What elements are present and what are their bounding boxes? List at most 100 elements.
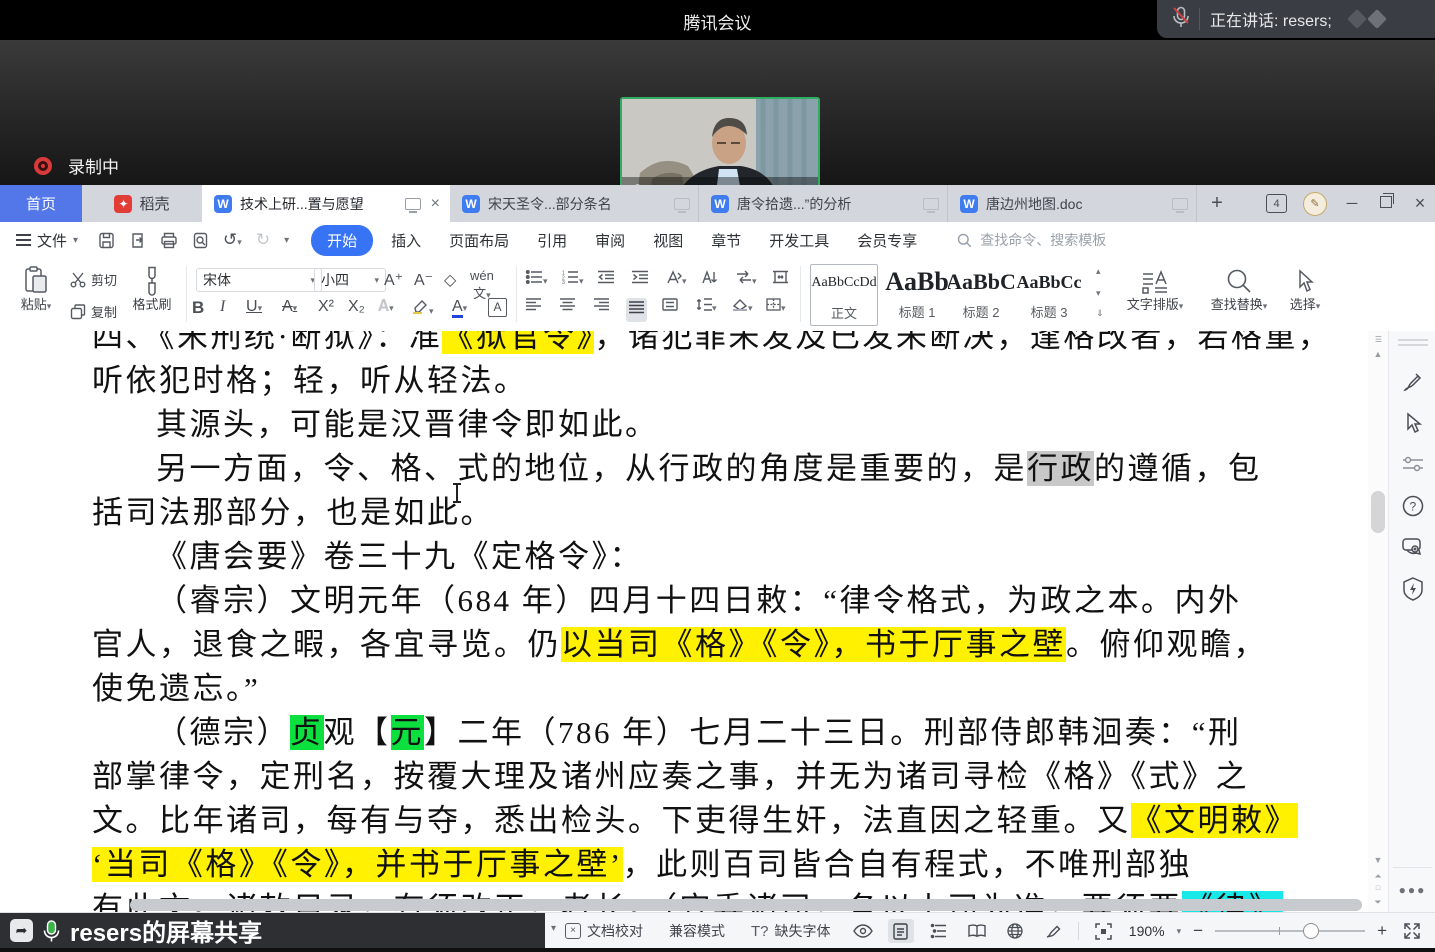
- next-page-icon[interactable]: ⏷: [1368, 897, 1388, 908]
- ruler-toggle-icon[interactable]: ☰: [1368, 335, 1388, 344]
- read-mode-icon[interactable]: [964, 919, 990, 943]
- ribbon-tab-视图[interactable]: 视图: [639, 230, 697, 251]
- align-right-icon[interactable]: [594, 298, 609, 316]
- horizontal-scrollbar-thumb[interactable]: [130, 899, 1362, 911]
- distribute-icon[interactable]: [662, 298, 678, 316]
- document-tab[interactable]: W唐边州地图.doc: [948, 185, 1197, 222]
- vertical-scrollbar-thumb[interactable]: [1371, 491, 1385, 533]
- compatibility-mode[interactable]: 兼容模式: [669, 921, 725, 941]
- strikethrough-icon[interactable]: A▾: [282, 298, 297, 316]
- ribbon-tab-引用[interactable]: 引用: [523, 230, 581, 251]
- more-commands-icon[interactable]: ▾: [284, 235, 289, 246]
- vertical-scrollbar[interactable]: ☰ ▲ ▼ ⏶ □ ⏷: [1368, 331, 1388, 912]
- undo-icon[interactable]: ↺▾: [223, 230, 242, 250]
- style-preset[interactable]: AaBbC标题 2: [948, 264, 1014, 324]
- export-icon[interactable]: [129, 232, 146, 249]
- text-effects-icon[interactable]: 𝐀▾: [378, 298, 394, 316]
- align-left-icon[interactable]: [526, 298, 541, 316]
- justify-icon[interactable]: [626, 298, 647, 322]
- bullet-list-icon[interactable]: ▾: [526, 270, 548, 289]
- select-browse-object-icon[interactable]: □: [1368, 885, 1388, 892]
- zoom-caret-icon[interactable]: ▾: [1177, 926, 1182, 937]
- edit-mode-icon[interactable]: [1040, 919, 1066, 943]
- shading-icon[interactable]: ▾: [732, 298, 753, 316]
- decrease-font-icon[interactable]: A⁻: [414, 270, 433, 290]
- style-preset[interactable]: AaBb标题 1: [884, 264, 950, 324]
- scroll-down-icon[interactable]: ▼: [1368, 855, 1388, 865]
- proofread-status[interactable]: × 文档校对: [565, 921, 643, 941]
- document-tab[interactable]: W宋天圣令...部分条名: [450, 185, 699, 222]
- styles-scroll-down-icon[interactable]: ▾: [1096, 288, 1101, 299]
- document-canvas[interactable]: 四、《宋刑统·断狱》：准《狱官令》，诸犯罪未发及已发未断决，逢格改者，若格重，听…: [0, 331, 1368, 912]
- style-preset[interactable]: AaBbCc标题 3: [1016, 264, 1082, 324]
- missing-font-status[interactable]: T? 缺失字体: [751, 921, 831, 941]
- clear-format-icon[interactable]: ◇: [444, 270, 456, 290]
- superscript-icon[interactable]: X²: [318, 298, 334, 316]
- tab-home[interactable]: 首页: [0, 185, 82, 222]
- quick-tools-icon[interactable]: [1389, 577, 1435, 601]
- column-width-icon[interactable]: [772, 270, 789, 289]
- print-icon[interactable]: [160, 232, 178, 249]
- subscript-icon[interactable]: X₂: [348, 298, 365, 316]
- decrease-indent-icon[interactable]: [598, 270, 614, 289]
- page-view-icon[interactable]: [888, 919, 914, 943]
- cut-button[interactable]: 剪切: [70, 270, 117, 289]
- format-painter-button[interactable]: 格式刷: [126, 264, 178, 313]
- bold-icon[interactable]: B: [192, 298, 204, 318]
- print-preview-icon[interactable]: [192, 232, 209, 249]
- style-preset[interactable]: AaBbCcDd正文: [810, 264, 878, 326]
- zoom-out-icon[interactable]: −: [1193, 921, 1203, 941]
- select-arrow-icon[interactable]: [1389, 413, 1435, 435]
- zoom-slider-thumb[interactable]: [1303, 923, 1319, 939]
- font-size-select[interactable]: 小四▾: [314, 268, 386, 292]
- save-icon[interactable]: [98, 232, 115, 249]
- close-button[interactable]: ×: [1411, 193, 1429, 214]
- scroll-up-icon[interactable]: ▲: [1368, 349, 1388, 359]
- previous-page-icon[interactable]: ⏶: [1368, 871, 1388, 882]
- ribbon-tab-页面布局[interactable]: 页面布局: [435, 230, 523, 251]
- ribbon-tab-开发工具[interactable]: 开发工具: [755, 230, 843, 251]
- file-menu[interactable]: 文件 ▾: [16, 230, 78, 251]
- borders-icon[interactable]: ▾: [766, 298, 786, 316]
- text-tool-icon[interactable]: ▾: [666, 270, 687, 289]
- phonetic-guide-icon[interactable]: wén文▾: [470, 268, 494, 302]
- tab-docer[interactable]: ✦ 稻壳: [82, 185, 202, 222]
- document-tab[interactable]: W技术上研...置与愿望×: [202, 185, 450, 222]
- panel-more-icon[interactable]: ●●●: [1389, 883, 1435, 897]
- ribbon-tab-审阅[interactable]: 审阅: [581, 230, 639, 251]
- close-tab-icon[interactable]: ×: [429, 195, 442, 213]
- restore-button[interactable]: [1377, 195, 1395, 212]
- align-center-icon[interactable]: [560, 298, 575, 316]
- increase-font-icon[interactable]: A⁺: [384, 270, 403, 290]
- font-color-icon[interactable]: A▾: [452, 298, 467, 318]
- select-button[interactable]: 选择▾: [1282, 264, 1328, 313]
- font-name-select[interactable]: 宋体▾: [196, 268, 322, 292]
- styles-more-icon[interactable]: ⇓: [1096, 308, 1104, 319]
- ribbon-tab-章节[interactable]: 章节: [697, 230, 755, 251]
- adjust-settings-icon[interactable]: [1389, 455, 1435, 473]
- italic-icon[interactable]: I: [220, 298, 225, 316]
- zoom-in-icon[interactable]: +: [1377, 921, 1387, 941]
- web-layout-icon[interactable]: [1002, 919, 1028, 943]
- fit-page-icon[interactable]: [1091, 919, 1117, 943]
- find-replace-button[interactable]: 查找替换▾: [1204, 264, 1274, 313]
- line-spacing-icon[interactable]: ▾: [696, 298, 717, 316]
- minimize-button[interactable]: ─: [1343, 195, 1361, 212]
- redo-icon[interactable]: ↻: [256, 230, 270, 250]
- numbered-list-icon[interactable]: 123▾: [562, 270, 584, 289]
- customer-service-icon[interactable]: [1389, 535, 1435, 557]
- eye-protect-icon[interactable]: [850, 919, 876, 943]
- screen-share-badge[interactable]: ➦ resers的屏幕共享: [0, 913, 545, 948]
- underline-icon[interactable]: U▾: [246, 298, 262, 316]
- fullscreen-icon[interactable]: [1399, 919, 1425, 943]
- paragraph-mark-icon[interactable]: ▾: [736, 270, 757, 289]
- account-avatar[interactable]: ✎: [1303, 192, 1327, 216]
- zoom-level[interactable]: 190%: [1129, 923, 1165, 939]
- character-border-icon[interactable]: A: [488, 298, 507, 317]
- panel-drag-handle[interactable]: [1398, 339, 1428, 341]
- ribbon-tab-开始[interactable]: 开始: [311, 225, 373, 256]
- text-layout-button[interactable]: 文字排版▾: [1118, 264, 1192, 313]
- document-tab[interactable]: W唐令拾遗...”的分析: [699, 185, 948, 222]
- help-icon[interactable]: ?: [1389, 495, 1435, 517]
- window-count-badge[interactable]: 4: [1266, 194, 1287, 213]
